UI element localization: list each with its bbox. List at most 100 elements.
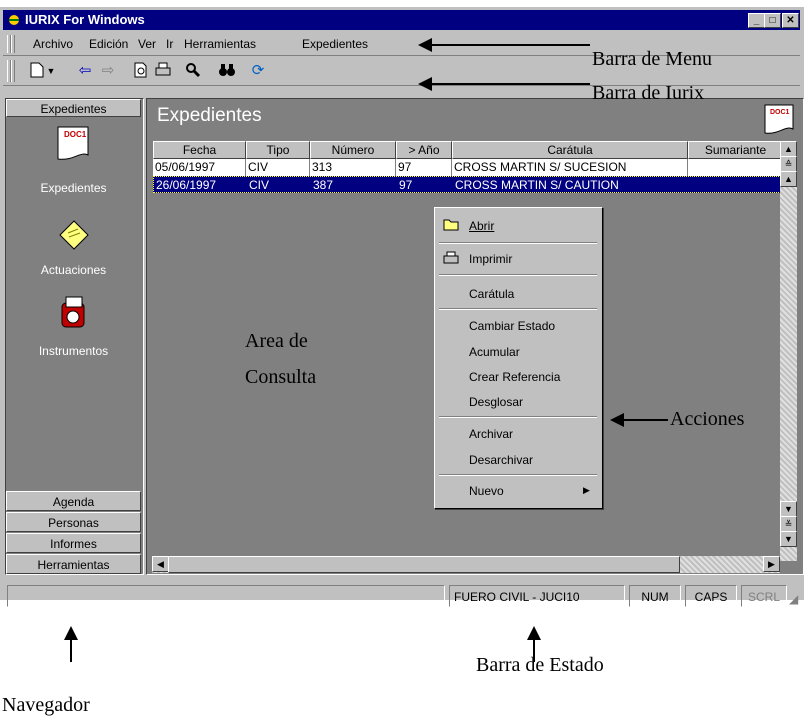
- column-header-anio[interactable]: > Año: [396, 141, 452, 159]
- print-icon: [443, 251, 459, 268]
- navigator: Expedientes DOC1 Expedientes Actuaciones…: [5, 98, 144, 575]
- cell-sumariante: [688, 159, 783, 176]
- cell-sumariante: [689, 177, 784, 194]
- column-header-sumariante[interactable]: Sumariante: [688, 141, 783, 159]
- navigator-informes-button[interactable]: Informes: [6, 533, 141, 553]
- scroll-bottom-icon[interactable]: ▼: [780, 531, 797, 547]
- ctx-caratula[interactable]: Carátula: [469, 287, 514, 301]
- minimize-button[interactable]: _: [748, 13, 765, 28]
- menu-expedientes[interactable]: Expedientes: [302, 37, 368, 51]
- cell-anio: 97: [396, 159, 452, 176]
- scroll-down-icon[interactable]: ▼: [780, 501, 797, 517]
- menu-archivo[interactable]: Archivo: [33, 37, 73, 51]
- notepad-icon[interactable]: [56, 217, 92, 253]
- refresh-icon[interactable]: ⟳: [248, 62, 268, 80]
- annotation-query-area-2: Consulta: [245, 366, 317, 388]
- cell-caratula: CROSS MARTIN S/ SUCESION: [452, 159, 688, 176]
- navigator-personas-button[interactable]: Personas: [6, 512, 141, 532]
- menu-edicion[interactable]: Edición: [89, 37, 128, 51]
- column-header-tipo[interactable]: Tipo: [246, 141, 310, 159]
- menu-herramientas[interactable]: Herramientas: [184, 37, 256, 51]
- arrow-actions-line: [622, 419, 668, 421]
- navigator-header[interactable]: Expedientes: [6, 99, 141, 117]
- scroll-thumb[interactable]: [168, 556, 680, 573]
- folder-open-icon: [443, 218, 459, 234]
- arrow-menu-bar-line: [430, 44, 590, 46]
- status-num: NUM: [629, 585, 681, 607]
- menu-grip-2: [11, 35, 15, 53]
- dropdown-icon[interactable]: ▼: [45, 62, 57, 80]
- column-header-numero[interactable]: Número: [310, 141, 396, 159]
- menu-ver[interactable]: Ver: [138, 37, 156, 51]
- vertical-scrollbar[interactable]: ▲ ≙ ▲ ▼ ≚ ▼: [780, 141, 797, 561]
- menu-ir[interactable]: Ir: [166, 37, 173, 51]
- annotation-actions: Acciones: [670, 408, 745, 430]
- cell-tipo: CIV: [249, 178, 270, 192]
- navigator-item-instrumentos[interactable]: Instrumentos: [6, 344, 141, 358]
- forward-icon[interactable]: ⇨: [98, 62, 118, 80]
- status-panel-main: [7, 585, 445, 607]
- scroll-page-down-icon[interactable]: ≚: [780, 516, 797, 532]
- ctx-separator: [439, 274, 597, 276]
- instruments-icon[interactable]: [58, 295, 90, 331]
- navigator-herramientas-button[interactable]: Herramientas: [6, 554, 141, 574]
- print-icon[interactable]: [153, 62, 173, 80]
- annotation-status-bar: Barra de Estado: [476, 654, 604, 676]
- navigator-agenda-button[interactable]: Agenda: [6, 491, 141, 511]
- back-icon[interactable]: ⇦: [75, 62, 95, 80]
- search-icon[interactable]: [183, 62, 203, 80]
- status-court: FUERO CIVIL - JUCI10: [449, 585, 625, 607]
- horizontal-scrollbar[interactable]: ◀ ▶: [152, 556, 780, 573]
- maximize-button[interactable]: □: [764, 13, 781, 28]
- cell-numero: 387: [313, 178, 334, 192]
- scroll-left-icon[interactable]: ◀: [152, 556, 169, 572]
- cell-numero: 313: [310, 159, 396, 176]
- column-header-caratula[interactable]: Carátula: [452, 141, 688, 159]
- annotation-menu-bar: Barra de Menu: [592, 48, 712, 70]
- cell-fecha: 26/06/1997: [156, 178, 217, 192]
- window-title: IURIX For Windows: [25, 12, 145, 27]
- navigator-item-expedientes[interactable]: Expedientes: [6, 181, 141, 195]
- ctx-separator: [439, 474, 597, 476]
- document-icon[interactable]: DOC1: [56, 125, 90, 165]
- navigator-item-actuaciones[interactable]: Actuaciones: [6, 263, 141, 277]
- ctx-desglosar[interactable]: Desglosar: [469, 395, 523, 409]
- svg-text:DOC1: DOC1: [64, 130, 87, 139]
- ctx-imprimir[interactable]: Imprimir: [469, 252, 512, 266]
- context-menu: Abrir Imprimir Carátula Cambiar Estado A…: [434, 207, 603, 509]
- resize-grip-icon[interactable]: ◢: [789, 592, 798, 606]
- cell-caratula: CROSS MARTIN S/ CAUTION: [455, 178, 619, 192]
- annotation-navigator: Navegador: [2, 694, 90, 716]
- ctx-abrir[interactable]: Abrir: [469, 219, 494, 233]
- app-logo-icon: [7, 13, 21, 27]
- ctx-crear-referencia[interactable]: Crear Referencia: [469, 370, 560, 384]
- column-header-fecha[interactable]: Fecha: [153, 141, 246, 159]
- cell-anio: 97: [399, 178, 413, 192]
- arrow-navigator-line: [70, 638, 72, 662]
- ctx-separator: [439, 416, 597, 418]
- close-button[interactable]: ✕: [782, 13, 799, 28]
- ctx-nuevo[interactable]: Nuevo: [469, 484, 504, 498]
- status-caps: CAPS: [685, 585, 737, 607]
- table-row[interactable]: 05/06/1997 CIV 313 97 CROSS MARTIN S/ SU…: [153, 159, 783, 176]
- table-row-selected[interactable]: 26/06/1997 CIV 387 97 CROSS MARTIN S/ CA…: [153, 176, 783, 193]
- title-bar[interactable]: IURIX For Windows _ □ ✕: [3, 10, 800, 30]
- toolbar-grip-2: [11, 60, 15, 82]
- ctx-separator: [439, 242, 597, 244]
- scroll-page-up-icon[interactable]: ≙: [780, 156, 797, 172]
- binoculars-icon[interactable]: [217, 62, 237, 80]
- ctx-acumular[interactable]: Acumular: [469, 345, 520, 359]
- document-icon: DOC1: [763, 103, 795, 137]
- new-document-icon[interactable]: [27, 62, 47, 80]
- svg-text:DOC1: DOC1: [770, 109, 790, 116]
- ctx-cambiar-estado[interactable]: Cambiar Estado: [469, 319, 555, 333]
- arrow-iurix-bar-line: [430, 83, 590, 85]
- scroll-top-icon[interactable]: ▲: [780, 141, 797, 157]
- scroll-right-icon[interactable]: ▶: [763, 556, 780, 572]
- ctx-archivar[interactable]: Archivar: [469, 427, 513, 441]
- ctx-desarchivar[interactable]: Desarchivar: [469, 453, 533, 467]
- scroll-up-icon[interactable]: ▲: [780, 171, 797, 187]
- submenu-arrow-icon: ▶: [583, 485, 590, 495]
- print-preview-icon[interactable]: [131, 62, 151, 80]
- status-scrl: SCRL: [741, 585, 787, 607]
